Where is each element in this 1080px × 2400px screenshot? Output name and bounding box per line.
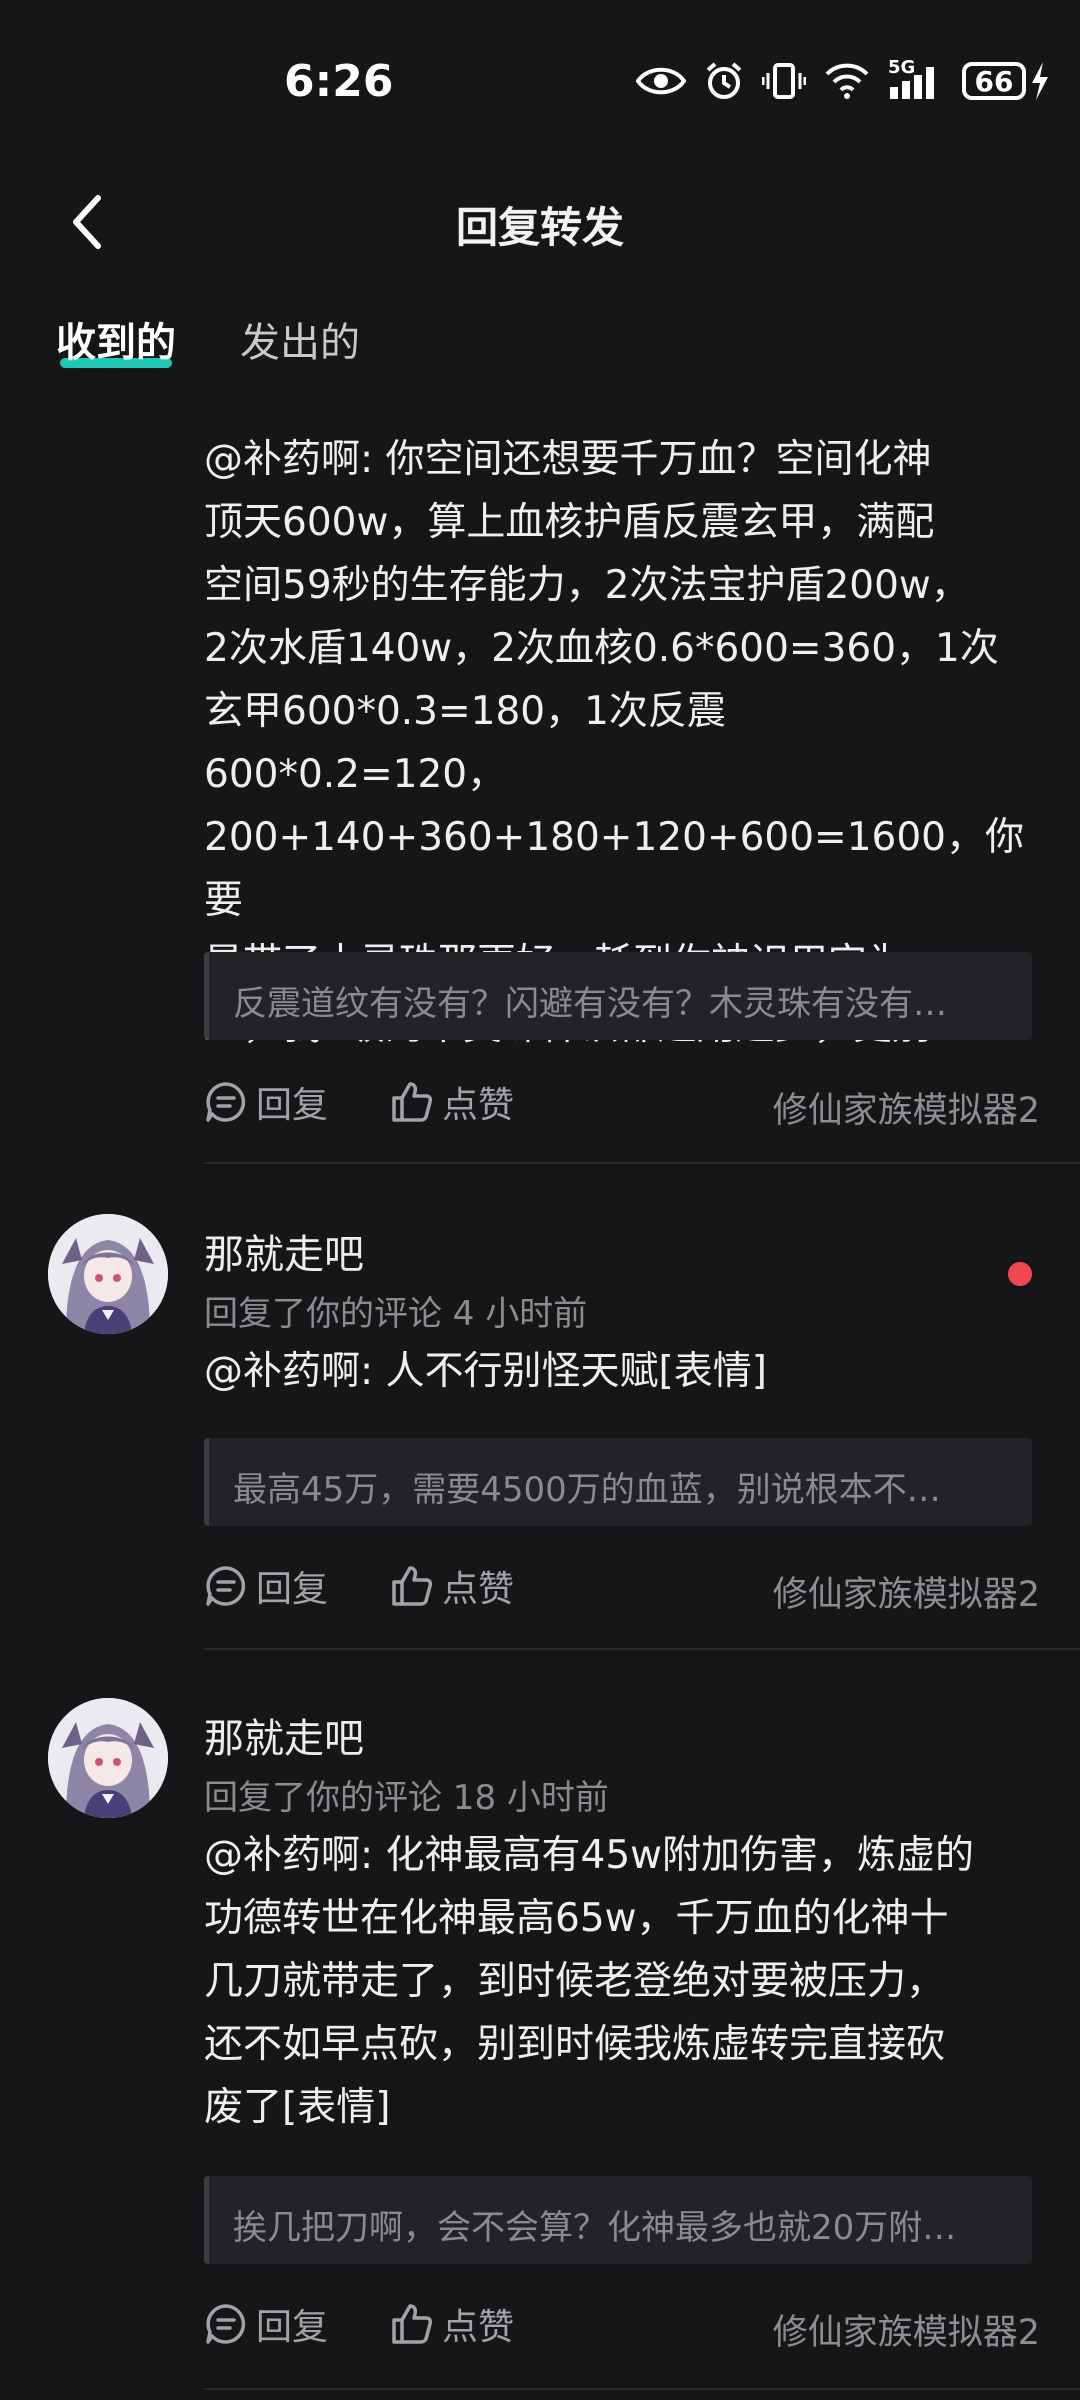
reply-label: 回复 — [256, 1569, 329, 1610]
reply-icon — [206, 1082, 246, 1122]
page-title: 回复转发 — [455, 203, 624, 252]
quoted-comment-text: 挨几把刀啊，会不会算？化神最多也就20万附… — [233, 2208, 957, 2248]
reply-button[interactable]: 回复 — [204, 1560, 328, 1612]
quoted-comment[interactable]: 最高45万，需要4500万的血蓝，别说根本不… — [204, 1438, 1032, 1526]
vibrate-icon — [762, 63, 806, 99]
source-game-link[interactable]: 修仙家族模拟器2 — [773, 1082, 1040, 1133]
unread-dot — [1008, 1262, 1032, 1286]
status-icons: 5G 66 — [636, 54, 1050, 108]
user-name[interactable]: 那就走吧 — [204, 1706, 364, 1764]
divider — [204, 1162, 1080, 1164]
reply-label: 回复 — [256, 2307, 329, 2348]
tab-received[interactable]: 收到的 — [56, 310, 176, 368]
like-button[interactable]: 点赞 — [390, 1560, 514, 1612]
like-button[interactable]: 点赞 — [390, 2298, 514, 2350]
charging-icon — [1032, 62, 1048, 100]
action-bar: 回复 点赞 修仙家族模拟器2 — [204, 1560, 1040, 1620]
source-game-link[interactable]: 修仙家族模拟器2 — [773, 1566, 1040, 1617]
tab-sent-label: 发出的 — [240, 320, 360, 366]
reply-button[interactable]: 回复 — [204, 1076, 328, 1128]
tab-received-label: 收到的 — [56, 320, 176, 366]
thumbs-up-icon — [392, 1082, 433, 1122]
reply-meta: 回复了你的评论 4 小时前 — [204, 1294, 588, 1334]
battery-level: 66 — [962, 62, 1026, 100]
action-bar: 回复 点赞 修仙家族模拟器2 — [204, 1076, 1040, 1136]
divider — [204, 2388, 1080, 2390]
cellular-signal-icon: 5G — [888, 57, 944, 101]
action-bar: 回复 点赞 修仙家族模拟器2 — [204, 2298, 1040, 2358]
avatar[interactable] — [48, 1698, 168, 1818]
status-time: 6:26 — [284, 56, 394, 107]
alarm-icon — [706, 62, 742, 99]
user-name[interactable]: 那就走吧 — [204, 1222, 364, 1280]
reply-icon — [206, 2304, 246, 2344]
eye-icon — [636, 67, 686, 95]
status-bar: 6:26 5G 66 — [0, 0, 1080, 160]
header: 回复转发 — [0, 160, 1080, 290]
comment-text: @补药啊: 化神最高有45w附加伤害，炼虚的 功德转世在化神最高65w，千万血的… — [204, 1833, 975, 2130]
like-label: 点赞 — [442, 1085, 515, 1126]
tab-bar: 收到的 发出的 — [0, 300, 1080, 390]
reply-meta: 回复了你的评论 18 小时前 — [204, 1778, 609, 1818]
wifi-icon — [825, 63, 869, 99]
reply-button[interactable]: 回复 — [204, 2298, 328, 2350]
avatar-image — [48, 1214, 168, 1334]
source-game-link[interactable]: 修仙家族模拟器2 — [773, 2304, 1040, 2355]
quoted-comment[interactable]: 反震道纹有没有？闪避有没有？木灵珠有没有… — [204, 952, 1032, 1040]
like-label: 点赞 — [442, 1569, 515, 1610]
like-button[interactable]: 点赞 — [390, 1076, 514, 1128]
like-label: 点赞 — [442, 2307, 515, 2348]
quoted-comment-text: 反震道纹有没有？闪避有没有？木灵珠有没有… — [233, 984, 947, 1024]
divider — [204, 1648, 1080, 1650]
battery-indicator: 66 — [962, 61, 1050, 101]
quoted-comment[interactable]: 挨几把刀啊，会不会算？化神最多也就20万附… — [204, 2176, 1032, 2264]
comment-text: @补药啊: 人不行别怪天赋[表情] — [204, 1349, 767, 1394]
thumbs-up-icon — [392, 1566, 433, 1606]
reply-label: 回复 — [256, 1085, 329, 1126]
thumbs-up-icon — [392, 2304, 433, 2344]
avatar-image — [48, 1698, 168, 1818]
reply-icon — [206, 1566, 246, 1606]
avatar[interactable] — [48, 1214, 168, 1334]
quoted-comment-text: 最高45万，需要4500万的血蓝，别说根本不… — [233, 1470, 941, 1510]
network-type: 5G — [888, 57, 916, 78]
tab-sent[interactable]: 发出的 — [240, 310, 360, 368]
